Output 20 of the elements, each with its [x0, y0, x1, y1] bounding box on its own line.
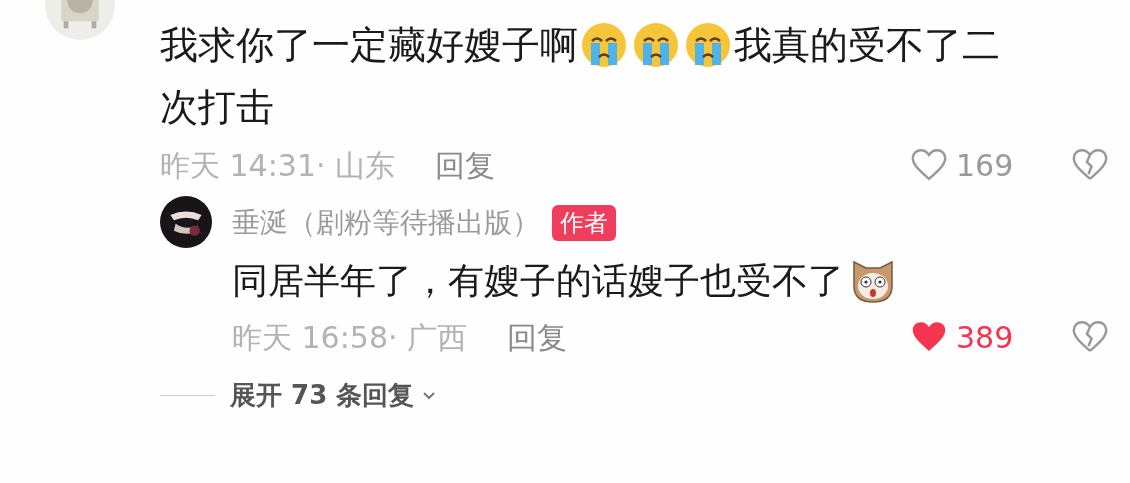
comment-text: 我真的受不了二	[734, 21, 1000, 69]
crying-emoji-icon	[684, 21, 732, 69]
reply-button[interactable]: 回复	[435, 142, 496, 188]
heart-icon[interactable]	[910, 148, 948, 182]
expand-replies-button[interactable]: 展开 73 条回复	[230, 376, 415, 415]
author-badge: 作者	[552, 205, 616, 241]
comment-time: 昨天 14:31· 山东	[160, 146, 396, 185]
reply-button[interactable]: 回复	[507, 314, 568, 360]
caret-icon	[422, 390, 437, 401]
comment-text: 我求你了一定藏好嫂子啊	[160, 21, 578, 69]
broken-heart-icon[interactable]	[1071, 148, 1109, 182]
comment-time: 昨天 16:58· 广西	[232, 318, 468, 357]
like-count: 169	[956, 146, 1014, 185]
comment-text: 次打击	[160, 83, 274, 131]
author-name[interactable]: 垂涎（剧粉等待播出版）	[232, 202, 540, 244]
comment-text: 同居半年了，有嫂子的话嫂子也受不了	[232, 259, 844, 303]
broken-heart-icon[interactable]	[1071, 320, 1109, 354]
crying-emoji-icon	[580, 21, 628, 69]
like-count: 389	[956, 318, 1014, 357]
crying-emoji-icon	[632, 21, 680, 69]
